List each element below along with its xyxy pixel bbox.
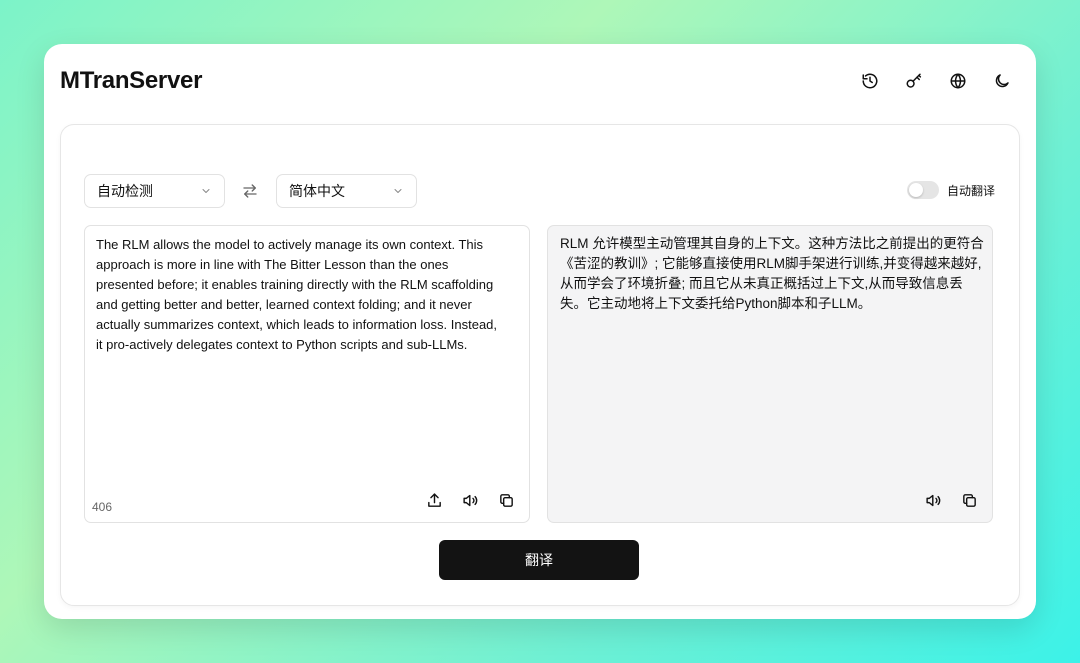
upload-icon[interactable]	[425, 491, 443, 509]
source-language-select[interactable]: 自动检测	[84, 174, 225, 208]
auto-translate-control: 自动翻译	[906, 181, 995, 199]
translate-button[interactable]: 翻译	[439, 540, 639, 580]
copy-icon[interactable]	[497, 491, 515, 509]
history-icon[interactable]	[860, 69, 880, 93]
header-toolbar	[860, 69, 1012, 93]
chevron-down-icon	[202, 189, 210, 193]
speaker-icon[interactable]	[461, 491, 479, 509]
target-tools	[924, 491, 978, 509]
moon-icon[interactable]	[992, 69, 1012, 93]
translator-card: 自动检测 简体中文 自动翻译 406	[60, 124, 1020, 606]
char-count: 406	[92, 500, 113, 514]
globe-icon[interactable]	[948, 69, 968, 93]
copy-icon[interactable]	[960, 491, 978, 509]
source-text-panel: 406	[84, 225, 530, 523]
speaker-icon[interactable]	[924, 491, 942, 509]
source-text-input[interactable]	[96, 235, 506, 475]
toggle-knob	[908, 183, 923, 197]
target-language-select[interactable]: 简体中文	[276, 174, 417, 208]
key-icon[interactable]	[904, 69, 924, 93]
translated-text: RLM 允许模型主动管理其自身的上下文。这种方法比之前提出的更符合《苦涩的教训》…	[560, 236, 984, 311]
auto-translate-toggle[interactable]	[906, 181, 939, 199]
auto-translate-label: 自动翻译	[946, 183, 995, 198]
source-tools	[425, 491, 515, 509]
chevron-down-icon	[394, 189, 402, 193]
source-language-label: 自动检测	[97, 183, 153, 199]
target-text-panel: RLM 允许模型主动管理其自身的上下文。这种方法比之前提出的更符合《苦涩的教训》…	[547, 225, 993, 523]
app-window: MTranServer 自动检测 简体中文 自动翻译 The RLM allow…	[44, 44, 1036, 619]
app-title: MTranServer	[60, 67, 203, 94]
swap-languages-icon[interactable]	[241, 182, 259, 200]
target-language-label: 简体中文	[289, 183, 345, 199]
